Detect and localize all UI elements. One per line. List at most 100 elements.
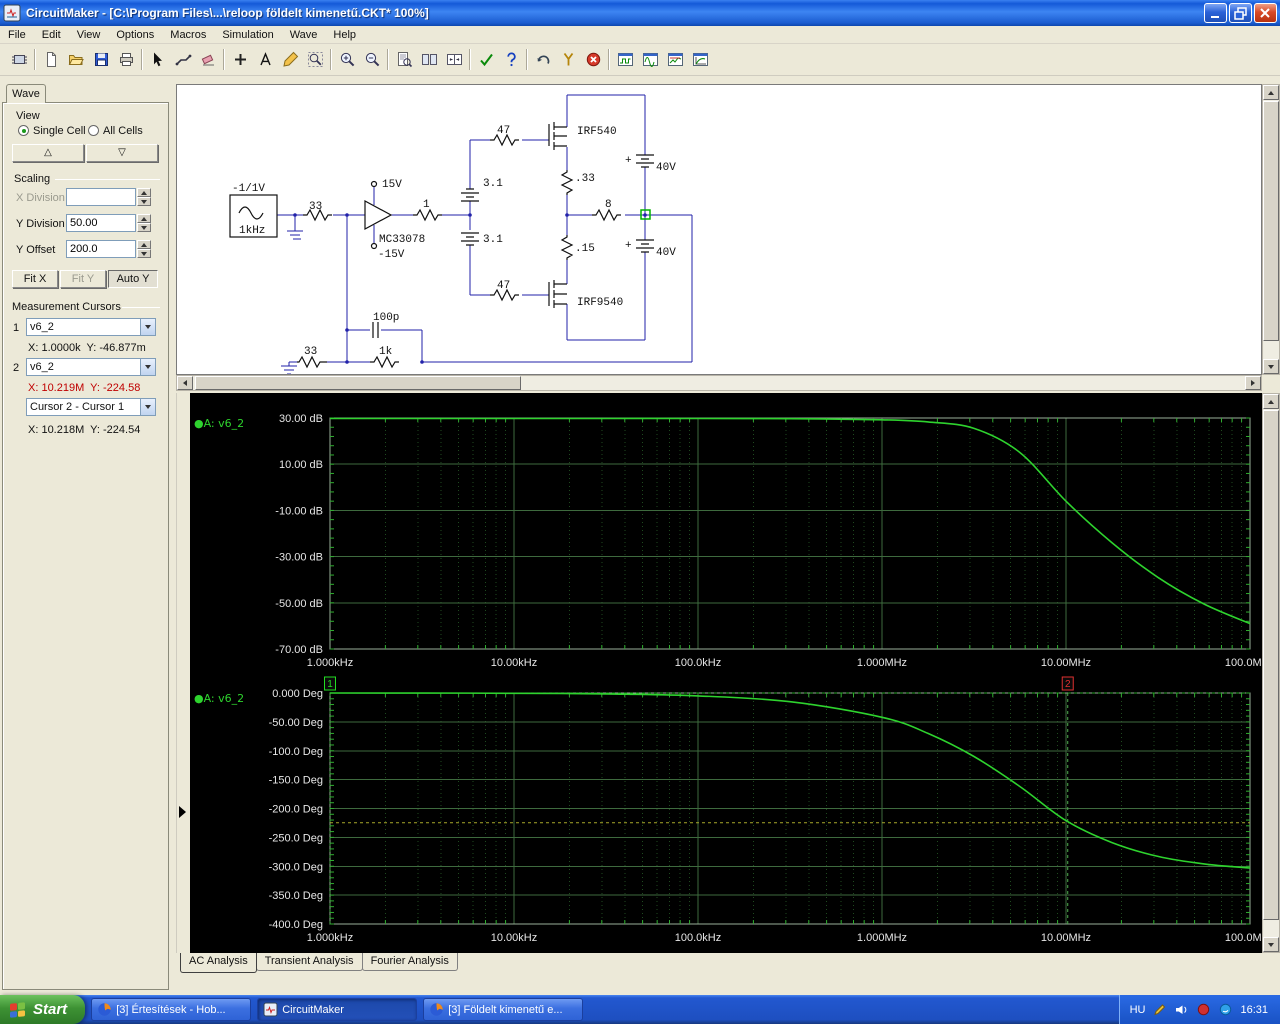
chevron-down-icon[interactable] [140, 359, 155, 375]
cursor-diff-select[interactable]: Cursor 2 - Cursor 1 [26, 398, 156, 416]
vscroll-thumb[interactable] [1263, 410, 1279, 920]
spinner-up-icon[interactable] [137, 214, 151, 223]
spinner-down-icon[interactable] [137, 197, 151, 206]
tab-fourier-analysis[interactable]: Fourier Analysis [361, 953, 458, 971]
scroll-down-icon[interactable] [1263, 359, 1279, 374]
save-file-icon[interactable] [90, 47, 113, 72]
minimize-icon[interactable] [1204, 3, 1227, 23]
zoom-in-icon[interactable] [336, 47, 359, 72]
cursor2-signal-select[interactable]: v6_2 [26, 358, 156, 376]
zoom-out-icon[interactable] [361, 47, 384, 72]
menu-macros[interactable]: Macros [162, 27, 214, 43]
menu-edit[interactable]: Edit [34, 27, 69, 43]
tab-transient-analysis[interactable]: Transient Analysis [255, 953, 363, 971]
vscroll-thumb[interactable] [1263, 101, 1279, 341]
scope-digital-icon[interactable] [614, 47, 637, 72]
radio-all-cells[interactable]: All Cells [88, 125, 143, 137]
language-indicator[interactable]: HU [1130, 1004, 1146, 1016]
scroll-up-icon[interactable] [1263, 394, 1279, 409]
rules-check-icon[interactable] [475, 47, 498, 72]
chevron-down-icon[interactable] [140, 399, 155, 415]
spinner-down-icon[interactable] [137, 249, 151, 258]
scroll-right-icon[interactable] [1245, 376, 1261, 390]
scope-xy-icon[interactable] [689, 47, 712, 72]
probe-tool-icon[interactable] [279, 47, 302, 72]
spinner-down-icon[interactable] [137, 223, 151, 232]
zoom-select-icon[interactable] [304, 47, 327, 72]
schematic-canvas[interactable]: -1/1V 1kHz 33 15V -15V MC33078 1 3.1 3.1… [176, 84, 1262, 375]
menu-help[interactable]: Help [325, 27, 364, 43]
menu-options[interactable]: Options [108, 27, 162, 43]
auto-y-button[interactable]: Auto Y [108, 270, 158, 288]
x-division-spinner[interactable] [137, 188, 151, 206]
fit-y-button[interactable]: Fit Y [60, 270, 106, 288]
y-division-input[interactable] [66, 214, 136, 232]
cursor1-signal-select[interactable]: v6_2 [26, 318, 156, 336]
hscroll-thumb[interactable] [195, 376, 521, 390]
ac-phase-plot[interactable]: 0.000 Deg -50.00 Deg -100.0 Deg -150.0 Deg -… [194, 676, 1275, 944]
wave-down-button[interactable]: ▽ [86, 144, 158, 162]
taskbar-task-firefox-1[interactable]: [3] Értesítések - Hob... [91, 998, 252, 1021]
restore-icon[interactable] [1229, 3, 1252, 23]
help-icon[interactable] [500, 47, 523, 72]
spinner-up-icon[interactable] [137, 240, 151, 249]
y-tick-label: 10.00 dB [279, 459, 323, 471]
stop-simulation-icon[interactable] [582, 47, 605, 72]
y-offset-input[interactable] [66, 240, 136, 258]
pen-icon[interactable] [1152, 1002, 1167, 1017]
volume-icon[interactable] [1174, 1002, 1189, 1017]
wave-up-button[interactable]: △ [12, 144, 84, 162]
text-tool-icon[interactable] [254, 47, 277, 72]
messenger-icon[interactable] [1218, 1002, 1233, 1017]
y-division-spinner[interactable] [137, 214, 151, 232]
split-view-icon[interactable] [443, 47, 466, 72]
scroll-down-icon[interactable] [1263, 937, 1279, 952]
alert-icon[interactable] [1196, 1002, 1211, 1017]
add-part-icon[interactable] [229, 47, 252, 72]
clock[interactable]: 16:31 [1240, 1004, 1268, 1016]
svg-text:1: 1 [423, 199, 430, 211]
cursor-2-label: 2 [1065, 679, 1071, 690]
scroll-up-icon[interactable] [1263, 85, 1279, 100]
delete-tool-icon[interactable] [197, 47, 220, 72]
schematic-vscrollbar[interactable] [1262, 84, 1280, 375]
chevron-down-icon[interactable] [140, 319, 155, 335]
taskbar-task-circuitmaker[interactable]: CircuitMaker [257, 998, 418, 1021]
y-offset-spinner[interactable] [137, 240, 151, 258]
scope-mixed-icon[interactable] [664, 47, 687, 72]
select-arrow-icon[interactable] [147, 47, 170, 72]
pane-splitter-arrow[interactable] [179, 806, 186, 818]
close-icon[interactable] [1254, 3, 1277, 23]
menu-simulation[interactable]: Simulation [214, 27, 281, 43]
scroll-left-icon[interactable] [177, 376, 193, 390]
x-tick-label: 10.00MHz [1041, 657, 1091, 669]
waveform-vscrollbar[interactable] [1262, 393, 1280, 953]
arrange-windows-icon[interactable] [418, 47, 441, 72]
x-division-input[interactable] [66, 188, 136, 206]
fit-x-button[interactable]: Fit X [12, 270, 58, 288]
tab-wave[interactable]: Wave [6, 84, 46, 103]
probe-y-icon[interactable] [557, 47, 580, 72]
menu-file[interactable]: File [0, 27, 34, 43]
taskbar-task-firefox-2[interactable]: [3] Földelt kimenetű e... [423, 998, 584, 1021]
spinner-up-icon[interactable] [137, 188, 151, 197]
mixed-mode-icon[interactable] [8, 47, 31, 72]
undo-sim-icon[interactable] [532, 47, 555, 72]
svg-text:+: + [625, 240, 632, 252]
schematic-labels: -1/1V 1kHz 33 15V -15V MC33078 1 3.1 3.1… [232, 125, 676, 358]
search-doc-icon[interactable] [393, 47, 416, 72]
open-file-icon[interactable] [65, 47, 88, 72]
radio-single-cell[interactable]: Single Cell [18, 125, 86, 137]
waveform-plot-area[interactable]: 30.00 dB 10.00 dB -10.00 dB -30.00 dB -50.00… [190, 393, 1275, 953]
tab-ac-analysis[interactable]: AC Analysis [180, 953, 257, 973]
start-button[interactable]: Start [0, 995, 86, 1024]
schematic-hscrollbar[interactable] [176, 375, 1262, 391]
scope-analog-icon[interactable] [639, 47, 662, 72]
print-icon[interactable] [115, 47, 138, 72]
wire-tool-icon[interactable] [172, 47, 195, 72]
x-tick-label: 100.0MHz [1225, 657, 1262, 669]
menu-wave[interactable]: Wave [282, 27, 326, 43]
ac-magnitude-plot[interactable]: 30.00 dB 10.00 dB -10.00 dB -30.00 dB -50.00… [194, 413, 1275, 669]
new-file-icon[interactable] [40, 47, 63, 72]
menu-view[interactable]: View [69, 27, 109, 43]
